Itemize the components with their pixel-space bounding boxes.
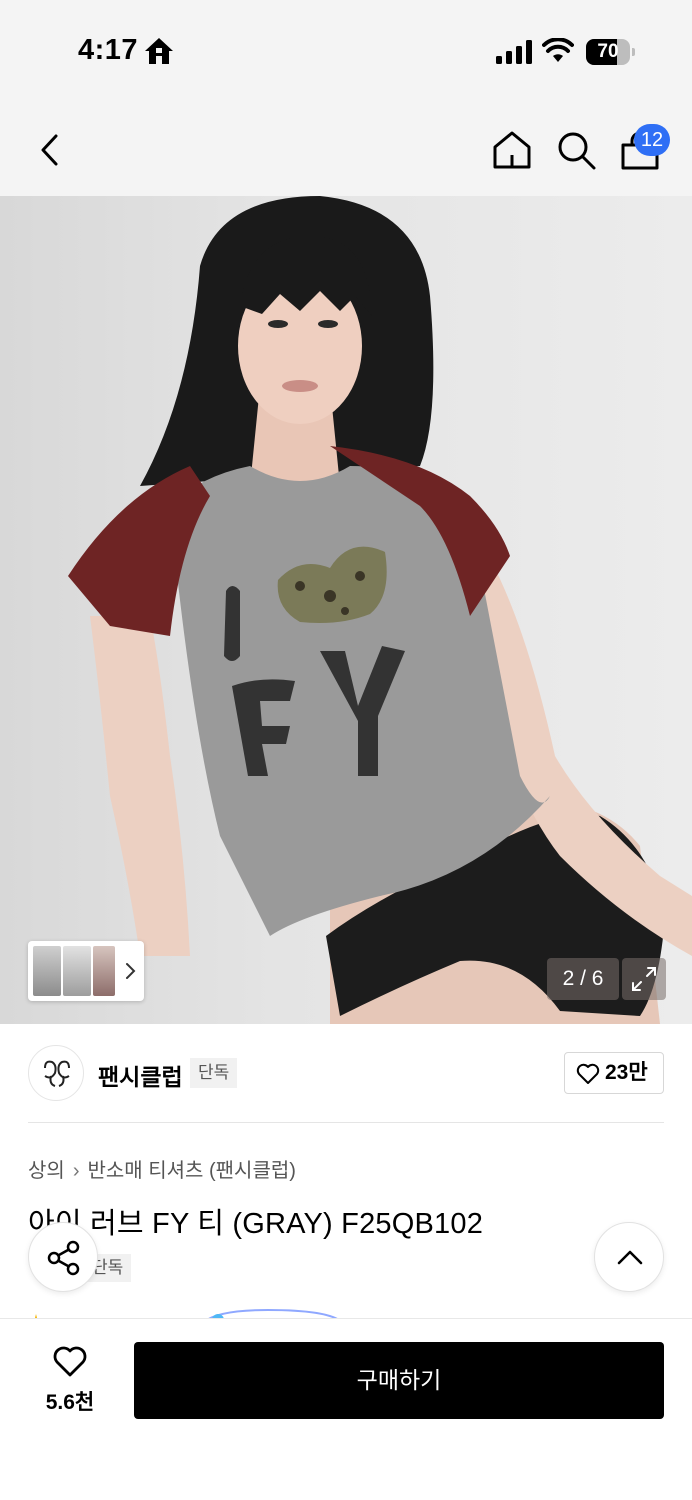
chevron-up-icon: [617, 1250, 643, 1265]
thumbnail-image[interactable]: [63, 946, 91, 996]
chevron-right-icon[interactable]: [122, 959, 138, 983]
nav-bar: [0, 100, 692, 196]
cart-count-badge[interactable]: 12: [634, 124, 670, 156]
brand-like-count: 23만: [605, 1061, 648, 1084]
expand-icon: [632, 967, 656, 991]
brand-logo[interactable]: [28, 1045, 84, 1101]
status-bar: 4:17 70: [0, 0, 692, 100]
thumbnail-strip[interactable]: [28, 941, 144, 1001]
share-button[interactable]: [28, 1222, 98, 1292]
brand-like-button[interactable]: 23만: [564, 1052, 664, 1094]
heart-icon: [576, 1063, 600, 1084]
share-icon: [47, 1240, 80, 1276]
scroll-top-button[interactable]: [594, 1222, 664, 1292]
breadcrumb-category[interactable]: 상의: [28, 1160, 65, 1182]
buy-button[interactable]: 구매하기: [134, 1342, 664, 1419]
exclusive-badge: 단독: [190, 1058, 238, 1088]
search-icon[interactable]: [554, 128, 598, 172]
product-image[interactable]: [0, 196, 692, 1024]
thumbnail-image[interactable]: [33, 946, 61, 996]
status-time: 4:17: [78, 34, 139, 66]
chevron-right-icon: ›: [72, 1160, 80, 1182]
wish-count: 5.6천: [45, 1391, 95, 1414]
thumbnail-image[interactable]: [93, 946, 115, 996]
breadcrumb: 상의 › 반소매 티셔츠 (팬시클럽): [28, 1154, 296, 1183]
signal-icon: [496, 40, 532, 64]
home-icon[interactable]: [490, 128, 534, 172]
battery-icon: 70: [586, 39, 636, 65]
divider: [28, 1122, 664, 1123]
brand-name[interactable]: 팬시클럽: [98, 1058, 183, 1092]
back-icon[interactable]: [30, 130, 70, 170]
model-photo: [68, 196, 692, 1024]
home-status-icon: [145, 38, 173, 64]
brand-logo-mark: [44, 1060, 70, 1087]
heart-icon[interactable]: [52, 1346, 88, 1378]
wifi-icon: [542, 38, 574, 62]
expand-button[interactable]: [622, 958, 666, 1000]
breadcrumb-subcategory[interactable]: 반소매 티셔츠 (팬시클럽): [87, 1160, 295, 1182]
image-page-counter: 2 / 6: [547, 958, 619, 1000]
battery-percent: 70: [597, 41, 619, 62]
